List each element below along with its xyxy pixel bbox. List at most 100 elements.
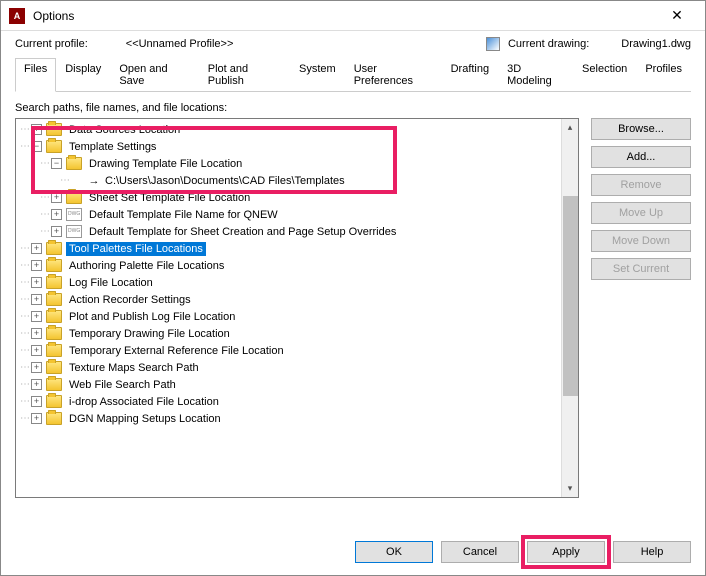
add-button[interactable]: Add... [591,146,691,168]
tree-item[interactable]: ⋯+Tool Palettes File Locations [16,240,578,257]
collapse-icon[interactable]: − [51,158,62,169]
folder-icon [46,327,62,340]
tab-drafting[interactable]: Drafting [442,58,499,92]
folder-icon [46,412,62,425]
expand-icon[interactable]: + [31,328,42,339]
expand-icon[interactable]: + [51,226,62,237]
tree[interactable]: ⋯+Data Sources Location⋯−Template Settin… [16,119,578,497]
removebutton: Remove [591,174,691,196]
apply-button[interactable]: Apply [527,541,605,563]
expand-icon[interactable]: + [31,413,42,424]
scroll-down-icon[interactable]: ▾ [562,480,578,497]
titlebar: A Options ✕ [1,1,705,31]
folder-icon [66,191,82,204]
tree-item[interactable]: ⋯→C:\Users\Jason\Documents\CAD Files\Tem… [16,172,578,189]
drawing-label: Current drawing: [508,38,589,50]
tree-label[interactable]: Tool Palettes File Locations [66,242,206,256]
profile-label: Current profile: [15,38,88,50]
scrollbar[interactable]: ▴ ▾ [561,119,578,497]
folder-icon [46,378,62,391]
tree-label[interactable]: C:\Users\Jason\Documents\CAD Files\Templ… [102,174,348,188]
side-buttons: Browse...Add...RemoveMove UpMove DownSet… [591,118,691,498]
tree-label[interactable]: Authoring Palette File Locations [66,259,227,273]
expand-icon[interactable]: + [31,243,42,254]
tab-selection[interactable]: Selection [573,58,636,92]
profile-value: <<Unnamed Profile>> [126,38,234,50]
tree-item[interactable]: ⋯+i-drop Associated File Location [16,393,578,410]
tree-label[interactable]: Default Template File Name for QNEW [86,208,281,222]
cancel-button[interactable]: Cancel [441,541,519,563]
tabs: FilesDisplayOpen and SavePlot and Publis… [15,57,691,92]
tab-plot-and-publish[interactable]: Plot and Publish [199,58,290,92]
tree-item[interactable]: ⋯+Web File Search Path [16,376,578,393]
tree-label[interactable]: Template Settings [66,140,159,154]
tab-user-preferences[interactable]: User Preferences [345,58,442,92]
folder-icon [46,242,62,255]
tree-item[interactable]: ⋯+Temporary Drawing File Location [16,325,578,342]
expand-icon[interactable]: + [31,379,42,390]
tree-item[interactable]: ⋯+Authoring Palette File Locations [16,257,578,274]
tree-label[interactable]: Temporary External Reference File Locati… [66,344,287,358]
tree-label[interactable]: Plot and Publish Log File Location [66,310,238,324]
tab-3d-modeling[interactable]: 3D Modeling [498,58,573,92]
folder-icon [46,310,62,323]
folder-icon [46,276,62,289]
tree-label[interactable]: DGN Mapping Setups Location [66,412,224,426]
scrollbar-thumb[interactable] [563,196,578,396]
expand-icon[interactable]: + [51,192,62,203]
expand-icon[interactable]: + [31,260,42,271]
browse-button[interactable]: Browse... [591,118,691,140]
tree-item[interactable]: ⋯+Plot and Publish Log File Location [16,308,578,325]
scroll-up-icon[interactable]: ▴ [562,119,578,136]
document-icon [66,225,82,238]
folder-icon [66,157,82,170]
tree-label[interactable]: i-drop Associated File Location [66,395,222,409]
ok-button[interactable]: OK [355,541,433,563]
tree-label[interactable]: Default Template for Sheet Creation and … [86,225,399,239]
tree-item[interactable]: ⋯−Template Settings [16,138,578,155]
expand-icon[interactable]: + [31,362,42,373]
tab-open-and-save[interactable]: Open and Save [110,58,198,92]
tree-label[interactable]: Action Recorder Settings [66,293,194,307]
close-icon[interactable]: ✕ [657,7,697,24]
tab-files[interactable]: Files [15,58,56,92]
tree-label[interactable]: Web File Search Path [66,378,179,392]
tab-display[interactable]: Display [56,58,110,92]
expand-icon[interactable]: + [31,345,42,356]
expand-icon[interactable]: + [31,396,42,407]
tree-label[interactable]: Temporary Drawing File Location [66,327,233,341]
tree-label[interactable]: Log File Location [66,276,156,290]
drawing-value: Drawing1.dwg [621,38,691,50]
tree-item[interactable]: ⋯+Sheet Set Template File Location [16,189,578,206]
tab-system[interactable]: System [290,58,345,92]
tree-item[interactable]: ⋯+Texture Maps Search Path [16,359,578,376]
folder-icon [46,259,62,272]
expand-icon[interactable]: + [31,124,42,135]
document-icon [66,208,82,221]
tree-item[interactable]: ⋯−Drawing Template File Location [16,155,578,172]
expand-icon[interactable]: + [31,277,42,288]
tree-item[interactable]: ⋯+Temporary External Reference File Loca… [16,342,578,359]
dwg-icon [486,37,500,51]
move-upbutton: Move Up [591,202,691,224]
tree-label[interactable]: Sheet Set Template File Location [86,191,253,205]
tree-item[interactable]: ⋯+Log File Location [16,274,578,291]
collapse-icon[interactable]: − [31,141,42,152]
tree-item[interactable]: ⋯+Data Sources Location [16,121,578,138]
folder-icon [46,140,62,153]
app-icon: A [9,8,25,24]
tree-item[interactable]: ⋯+DGN Mapping Setups Location [16,410,578,427]
folder-icon [46,344,62,357]
set-currentbutton: Set Current [591,258,691,280]
expand-icon[interactable]: + [31,294,42,305]
tree-label[interactable]: Data Sources Location [66,123,183,137]
tree-item[interactable]: ⋯+Default Template File Name for QNEW [16,206,578,223]
tree-label[interactable]: Drawing Template File Location [86,157,245,171]
tree-item[interactable]: ⋯+Default Template for Sheet Creation an… [16,223,578,240]
tree-item[interactable]: ⋯+Action Recorder Settings [16,291,578,308]
expand-icon[interactable]: + [31,311,42,322]
expand-icon[interactable]: + [51,209,62,220]
tree-label[interactable]: Texture Maps Search Path [66,361,202,375]
tab-profiles[interactable]: Profiles [636,58,691,92]
help-button[interactable]: Help [613,541,691,563]
